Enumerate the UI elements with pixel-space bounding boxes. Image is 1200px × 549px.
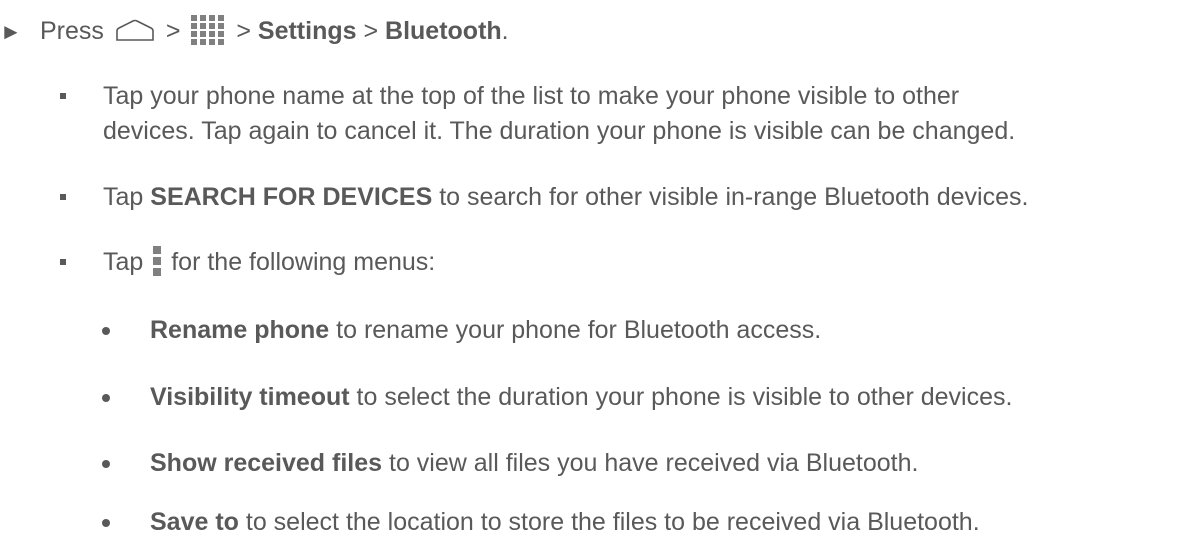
step-text: Press > > Settings > Bluetooth. xyxy=(40,14,509,49)
menus-description: for the following menus: xyxy=(171,248,436,276)
menu-item-text: Visibility timeout to select the duratio… xyxy=(150,380,1012,415)
step-arrow-marker: ► xyxy=(0,19,22,44)
bluetooth-label: Bluetooth xyxy=(385,17,502,45)
menu-item-description: to select the location to store the file… xyxy=(245,508,980,536)
square-bullet xyxy=(60,259,66,265)
bullet-text-line-1: Tap your phone name at the top of the li… xyxy=(103,82,960,110)
search-description: to search for other visible in-range Blu… xyxy=(439,183,1029,211)
square-bullet xyxy=(60,93,66,99)
search-for-devices-label: SEARCH FOR DEVICES xyxy=(150,183,433,211)
tap-text: Tap xyxy=(103,248,144,276)
menu-item-label: Visibility timeout xyxy=(150,383,350,411)
home-icon xyxy=(116,20,154,42)
tap-text: Tap xyxy=(103,183,144,211)
menu-item-description: to rename your phone for Bluetooth acces… xyxy=(336,316,822,344)
square-bullet xyxy=(60,194,66,200)
round-bullet xyxy=(102,460,110,468)
separator-3: > xyxy=(363,17,379,45)
menu-item-description: to select the duration your phone is vis… xyxy=(356,383,1013,411)
bullet-text-line-2: devices. Tap again to cancel it. The dur… xyxy=(103,117,1016,145)
separator-1: > xyxy=(165,17,181,45)
round-bullet xyxy=(102,519,110,527)
settings-label: Settings xyxy=(257,17,357,45)
press-text: Press xyxy=(40,17,104,45)
menu-item-text: Save to to select the location to store … xyxy=(150,505,980,540)
menu-item-description: to view all files you have received via … xyxy=(389,449,919,477)
bullet-text: Tap for the following menus: xyxy=(103,245,435,280)
menu-item-label: Show received files xyxy=(150,449,383,477)
menu-item-label: Save to xyxy=(150,508,239,536)
round-bullet xyxy=(102,327,110,335)
period: . xyxy=(501,17,509,45)
menu-item-text: Show received files to view all files yo… xyxy=(150,446,918,481)
menu-icon xyxy=(153,246,162,277)
menu-item-label: Rename phone xyxy=(150,316,330,344)
separator-2: > xyxy=(236,17,251,45)
bullet-text: Tap SEARCH FOR DEVICES to search for oth… xyxy=(103,180,1028,215)
apps-icon xyxy=(191,15,225,46)
menu-item-text: Rename phone to rename your phone for Bl… xyxy=(150,313,821,348)
round-bullet xyxy=(102,394,110,402)
